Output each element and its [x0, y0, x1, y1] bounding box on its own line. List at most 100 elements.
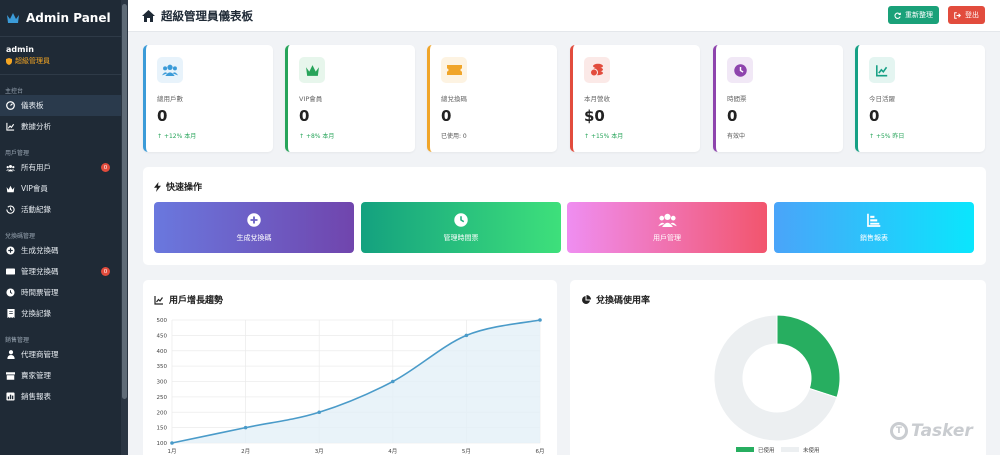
sidebar-item-label: 數據分析 — [21, 122, 51, 131]
stat-icon-box — [869, 57, 895, 83]
stat-label: 今日活躍 — [869, 95, 895, 103]
x-tick-label: 3月 — [315, 448, 324, 455]
quick-actions-panel: 快速操作 生成兌換碼 管理時間票 用戶管理 銷售報表 — [143, 167, 986, 265]
report-icon — [6, 392, 15, 401]
user-role-label: 超級管理員 — [15, 57, 50, 65]
scrollbar-thumb[interactable] — [122, 4, 127, 399]
stat-value: 0 — [441, 107, 452, 125]
line-chart-icon — [876, 64, 888, 76]
sidebar-item-agents[interactable]: 代理商管理 — [0, 344, 128, 365]
legend-swatch — [736, 447, 754, 452]
sidebar-item-analytics[interactable]: 數據分析 — [0, 116, 128, 137]
y-tick-label: 150 — [157, 426, 168, 432]
crown-icon — [7, 13, 19, 23]
sidebar-item-label: 銷售報表 — [21, 392, 51, 401]
manage-time-tickets-button[interactable]: 管理時間票 — [361, 202, 561, 253]
data-point — [243, 425, 248, 430]
sidebar-item-label: 生成兌換碼 — [21, 246, 59, 255]
stat-icon-box — [584, 57, 610, 83]
coins-icon — [590, 63, 603, 77]
refresh-icon — [894, 12, 901, 19]
x-tick-label: 6月 — [536, 448, 545, 455]
store-icon — [6, 371, 15, 380]
x-tick-label: 4月 — [388, 448, 397, 455]
sidebar: Admin Panel admin 超級管理員 主控台 儀表板 數據分析 用戶管… — [0, 0, 128, 455]
sidebar-item-label: 所有用戶 — [21, 163, 51, 172]
stat-icon-box — [157, 57, 183, 83]
watermark-text: Tasker — [911, 421, 973, 441]
refresh-button[interactable]: 重新整理 — [888, 6, 939, 24]
stat-card-active-today: 今日活躍 0 ↑ +5% 昨日 — [855, 45, 985, 152]
page-title-text: 超級管理員儀表板 — [161, 9, 253, 23]
stat-card-total-users: 總用戶數 0 ↑ +12% 本月 — [143, 45, 273, 152]
refresh-label: 重新整理 — [905, 11, 933, 19]
plus-circle-icon — [6, 246, 15, 255]
clock-icon — [454, 212, 468, 227]
y-tick-label: 350 — [157, 364, 168, 370]
bolt-icon — [154, 181, 161, 192]
data-point — [391, 379, 395, 384]
stat-icon-box — [299, 57, 325, 83]
y-tick-label: 400 — [157, 349, 168, 355]
x-tick-label: 1月 — [168, 448, 177, 455]
logout-button[interactable]: 登出 — [948, 6, 985, 24]
x-tick-label: 5月 — [462, 448, 471, 455]
action-label: 用戶管理 — [653, 233, 681, 242]
logout-icon — [954, 11, 961, 19]
sidebar-item-label: 代理商管理 — [21, 350, 59, 359]
sidebar-item-vip[interactable]: VIP會員 — [0, 178, 128, 199]
stat-value: $0 — [584, 107, 605, 125]
action-label: 管理時間票 — [443, 233, 479, 242]
sidebar-item-sales-report[interactable]: 銷售報表 — [0, 386, 128, 407]
clock-icon — [733, 63, 747, 77]
data-point — [464, 333, 469, 338]
top-header: 超級管理員儀表板 重新整理 登出 — [128, 0, 1000, 32]
sidebar-scrollbar[interactable] — [121, 0, 128, 455]
count-badge: 0 — [101, 163, 110, 172]
stat-value: 0 — [299, 107, 310, 125]
sidebar-item-all-users[interactable]: 所有用戶 0 — [0, 157, 128, 178]
sidebar-brand[interactable]: Admin Panel — [0, 0, 128, 37]
stat-value: 0 — [157, 107, 168, 125]
stat-card-revenue: 本月營收 $0 ↑ +15% 本月 — [570, 45, 700, 152]
sidebar-item-label: 賣家管理 — [21, 371, 51, 380]
sidebar-item-generate-code[interactable]: 生成兌換碼 — [0, 240, 128, 261]
sidebar-item-label: VIP會員 — [21, 184, 48, 193]
stat-change-text: +15% 本月 — [590, 133, 624, 140]
legend-label: 未使用 — [803, 446, 820, 454]
users-icon — [162, 64, 178, 76]
brand-title: Admin Panel — [26, 11, 111, 25]
stat-change: ↑ +15% 本月 — [584, 133, 624, 140]
stat-icon-box — [441, 57, 467, 83]
sidebar-item-dashboard[interactable]: 儀表板 — [0, 95, 128, 116]
sidebar-item-sellers[interactable]: 賣家管理 — [0, 365, 128, 386]
watermark-logo-icon: T — [890, 422, 908, 440]
action-label: 銷售報表 — [860, 233, 888, 242]
sales-report-button[interactable]: 銷售報表 — [774, 202, 974, 253]
receipt-icon — [6, 309, 15, 318]
user-role: 超級管理員 — [6, 56, 122, 66]
user-management-button[interactable]: 用戶管理 — [567, 202, 767, 253]
sidebar-item-activity[interactable]: 活動紀錄 — [0, 199, 128, 220]
section-title-users: 用戶管理 — [5, 150, 30, 157]
y-tick-label: 300 — [157, 380, 168, 386]
sidebar-item-manage-codes[interactable]: 管理兌換碼 0 — [0, 261, 128, 282]
history-icon — [6, 205, 15, 214]
y-tick-label: 250 — [157, 395, 168, 401]
y-tick-label: 500 — [157, 318, 168, 324]
sidebar-item-label: 活動紀錄 — [21, 205, 51, 214]
sidebar-item-redeem-records[interactable]: 兌換記錄 — [0, 303, 128, 324]
legend-swatch — [781, 447, 799, 452]
sidebar-item-label: 時間票管理 — [21, 288, 59, 297]
generate-code-button[interactable]: 生成兌換碼 — [154, 202, 354, 253]
stat-change: ↑ +12% 本月 — [157, 133, 197, 140]
stat-icon-box — [727, 57, 753, 83]
tasker-watermark: T Tasker — [890, 421, 973, 441]
x-tick-label: 2月 — [241, 448, 250, 455]
stat-change-text: 已使用: 0 — [441, 133, 467, 140]
user-tie-icon — [6, 350, 15, 359]
user-growth-panel: 用戶增長趨勢 100 150 200 250 300 350 400 450 500 1月 2月 3月… — [143, 280, 557, 455]
stat-label: 時間票 — [727, 95, 747, 103]
sidebar-item-time-tickets[interactable]: 時間票管理 — [0, 282, 128, 303]
sidebar-item-label: 儀表板 — [21, 101, 44, 110]
